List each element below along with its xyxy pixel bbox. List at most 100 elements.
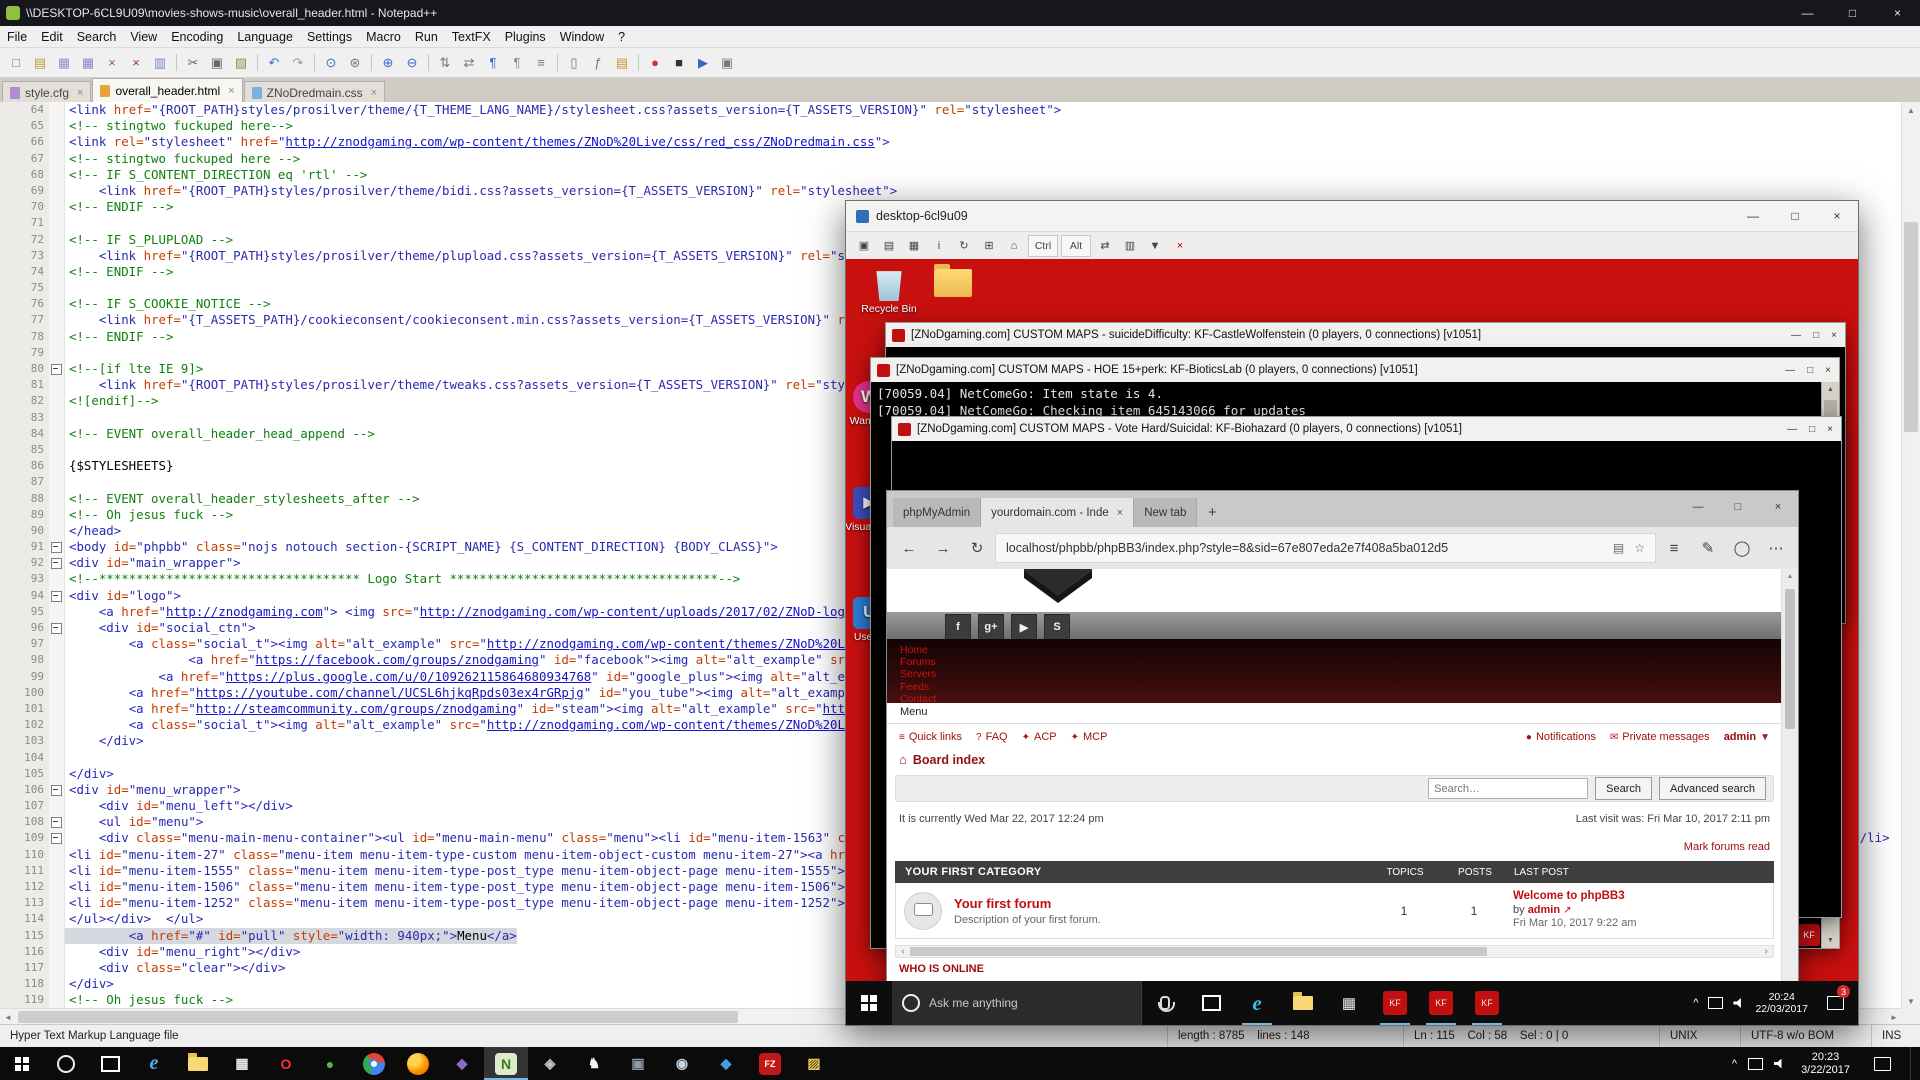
nav-link-feeds[interactable]: Feeds [887, 681, 1782, 693]
close-button[interactable]: × [1875, 0, 1920, 26]
start-button[interactable] [0, 1047, 44, 1080]
fold-marker-icon[interactable] [49, 830, 65, 846]
npp-tab-2[interactable]: ZNoDredmain.css× [244, 81, 385, 103]
zoom-in-icon[interactable]: ⊕ [377, 52, 399, 74]
code-line-65[interactable]: 65<!-- stingtwo fuckuped here--> [0, 118, 1902, 134]
taskbar-icon-dark-app[interactable]: ▣ [616, 1047, 660, 1080]
vnc-titlebar[interactable]: desktop-6cl9u09 — □ × [846, 201, 1858, 232]
function-list-icon[interactable]: ƒ [587, 52, 609, 74]
display-icon[interactable] [1708, 997, 1723, 1009]
scrollbar-thumb[interactable] [18, 1011, 738, 1023]
tray-expand-icon[interactable]: ^ [1693, 997, 1698, 1009]
kf-server-3-titlebar[interactable]: [ZNoDgaming.com] CUSTOM MAPS - Vote Hard… [892, 417, 1841, 442]
microphone-button[interactable] [1142, 981, 1188, 1025]
task-view-button[interactable] [88, 1047, 132, 1080]
close-icon[interactable]: × [101, 52, 123, 74]
code-line-69[interactable]: 69 <link href="{ROOT_PATH}styles/prosilv… [0, 183, 1902, 199]
status-insert-mode[interactable]: INS [1871, 1025, 1920, 1047]
fold-marker-icon[interactable] [49, 814, 65, 830]
close-button[interactable]: × [1758, 491, 1798, 523]
mark-forums-read-link[interactable]: Mark forums read [1684, 841, 1770, 853]
transfer-files-icon[interactable]: ⇄ [1093, 236, 1117, 256]
quick-links-menu[interactable]: ≡ Quick links [899, 731, 962, 743]
save-session-icon[interactable]: ▤ [877, 236, 901, 256]
advanced-search-button[interactable]: Advanced search [1659, 777, 1766, 800]
scrollbar-thumb[interactable] [1785, 589, 1795, 729]
npp-menu-2[interactable]: Search [70, 30, 124, 44]
mcp-link[interactable]: ✦ MCP [1071, 731, 1108, 743]
alt-key-icon[interactable]: Alt [1061, 235, 1091, 257]
copy-icon[interactable]: ▣ [206, 52, 228, 74]
maximize-button[interactable]: □ [1807, 365, 1813, 376]
code-line-67[interactable]: 67<!-- stingtwo fuckuped here --> [0, 151, 1902, 167]
acp-link[interactable]: ✦ ACP [1022, 731, 1057, 743]
show-all-characters-icon[interactable]: ¶ [506, 52, 528, 74]
disconnect-icon[interactable]: × [1168, 236, 1192, 256]
npp-menu-4[interactable]: Encoding [164, 30, 230, 44]
private-messages-link[interactable]: ✉ Private messages [1610, 731, 1710, 743]
zoom-out-icon[interactable]: ⊖ [401, 52, 423, 74]
npp-menu-11[interactable]: Window [553, 30, 611, 44]
remote-taskbar-icon-kf-server-2[interactable]: KF [1418, 981, 1464, 1025]
taskbar-icon-filezilla[interactable]: FZ [748, 1047, 792, 1080]
scroll-up-icon[interactable]: ▲ [1822, 382, 1839, 397]
taskbar-icon-chess-app[interactable]: ♞ [572, 1047, 616, 1080]
page-vertical-scrollbar[interactable]: ▲ ▼ [1781, 569, 1798, 981]
hub-icon[interactable]: ≡ [1658, 532, 1690, 564]
remote-taskbar-icon-edge[interactable]: e [1234, 981, 1280, 1025]
editor-vertical-scrollbar[interactable]: ▲ ▼ [1901, 102, 1920, 1009]
close-button[interactable]: × [1827, 424, 1833, 435]
npp-menu-10[interactable]: Plugins [498, 30, 553, 44]
refresh-button[interactable]: ↻ [961, 532, 993, 564]
faq-link[interactable]: ? FAQ [976, 731, 1008, 743]
desktop-icon-recycle-bin[interactable]: Recycle Bin [858, 267, 920, 315]
remote-taskbar-icon-file-explorer[interactable] [1280, 981, 1326, 1025]
code-line-68[interactable]: 68<!-- IF S_CONTENT_DIRECTION eq 'rtl' -… [0, 167, 1902, 183]
npp-menu-6[interactable]: Settings [300, 30, 359, 44]
save-screenshot-icon[interactable]: ▼ [1143, 236, 1167, 256]
find-icon[interactable]: ⊙ [320, 52, 342, 74]
display-icon[interactable] [1748, 1058, 1763, 1070]
taskbar-icon-opera[interactable]: O [264, 1047, 308, 1080]
print-icon[interactable]: ▥ [149, 52, 171, 74]
last-post-user-link[interactable]: admin [1528, 904, 1560, 916]
znod-logo[interactable] [1017, 569, 1099, 612]
code-line-64[interactable]: 64<link href="{ROOT_PATH}styles/prosilve… [0, 102, 1902, 118]
view-latest-post-icon[interactable]: ↗ [1563, 905, 1571, 916]
forum-name-link[interactable]: Your first forum [954, 896, 1101, 911]
fold-marker-icon[interactable] [49, 555, 65, 571]
search-button[interactable]: Search [1595, 777, 1652, 800]
action-center-button[interactable]: 3 [1818, 981, 1852, 1025]
status-eol-format[interactable]: UNIX [1659, 1025, 1740, 1047]
fold-marker-icon[interactable] [49, 782, 65, 798]
npp-tab-1[interactable]: overall_header.html× [92, 78, 242, 103]
last-post-title-link[interactable]: Welcome to phpBB3 [1513, 890, 1773, 904]
fold-marker-icon[interactable] [49, 588, 65, 604]
indent-guide-icon[interactable]: ≡ [530, 52, 552, 74]
tab-close-icon[interactable]: × [77, 87, 83, 99]
remote-taskbar-icon-kf-server-3[interactable]: KF [1464, 981, 1510, 1025]
remote-clock[interactable]: 20:24 22/03/2017 [1755, 991, 1808, 1016]
forward-button[interactable]: → [927, 532, 959, 564]
tab-close-icon[interactable]: × [228, 85, 234, 97]
npp-menu-5[interactable]: Language [230, 30, 300, 44]
npp-menu-12[interactable]: ? [611, 30, 632, 44]
paste-icon[interactable]: ▨ [230, 52, 252, 74]
volume-icon[interactable] [1774, 1059, 1786, 1069]
clipboard-icon[interactable]: ▥ [1118, 236, 1142, 256]
cut-icon[interactable]: ✂ [182, 52, 204, 74]
web-note-icon[interactable]: ✎ [1692, 532, 1724, 564]
scroll-left-icon[interactable]: ◄ [0, 1009, 16, 1025]
taskbar-icon-edge[interactable]: e [132, 1047, 176, 1080]
forum-row[interactable]: Your first forum Description of your fir… [895, 883, 1774, 939]
npp-menu-3[interactable]: View [123, 30, 164, 44]
ctrl-key-icon[interactable]: Ctrl [1028, 235, 1058, 257]
minimize-button[interactable]: — [1678, 491, 1718, 523]
new-file-icon[interactable]: □ [5, 52, 27, 74]
open-file-icon[interactable]: ▤ [29, 52, 51, 74]
new-connection-icon[interactable]: ▣ [852, 236, 876, 256]
close-button[interactable]: × [1825, 365, 1831, 376]
fold-marker-icon[interactable] [49, 539, 65, 555]
back-button[interactable]: ← [893, 532, 925, 564]
maximize-button[interactable]: □ [1809, 424, 1815, 435]
